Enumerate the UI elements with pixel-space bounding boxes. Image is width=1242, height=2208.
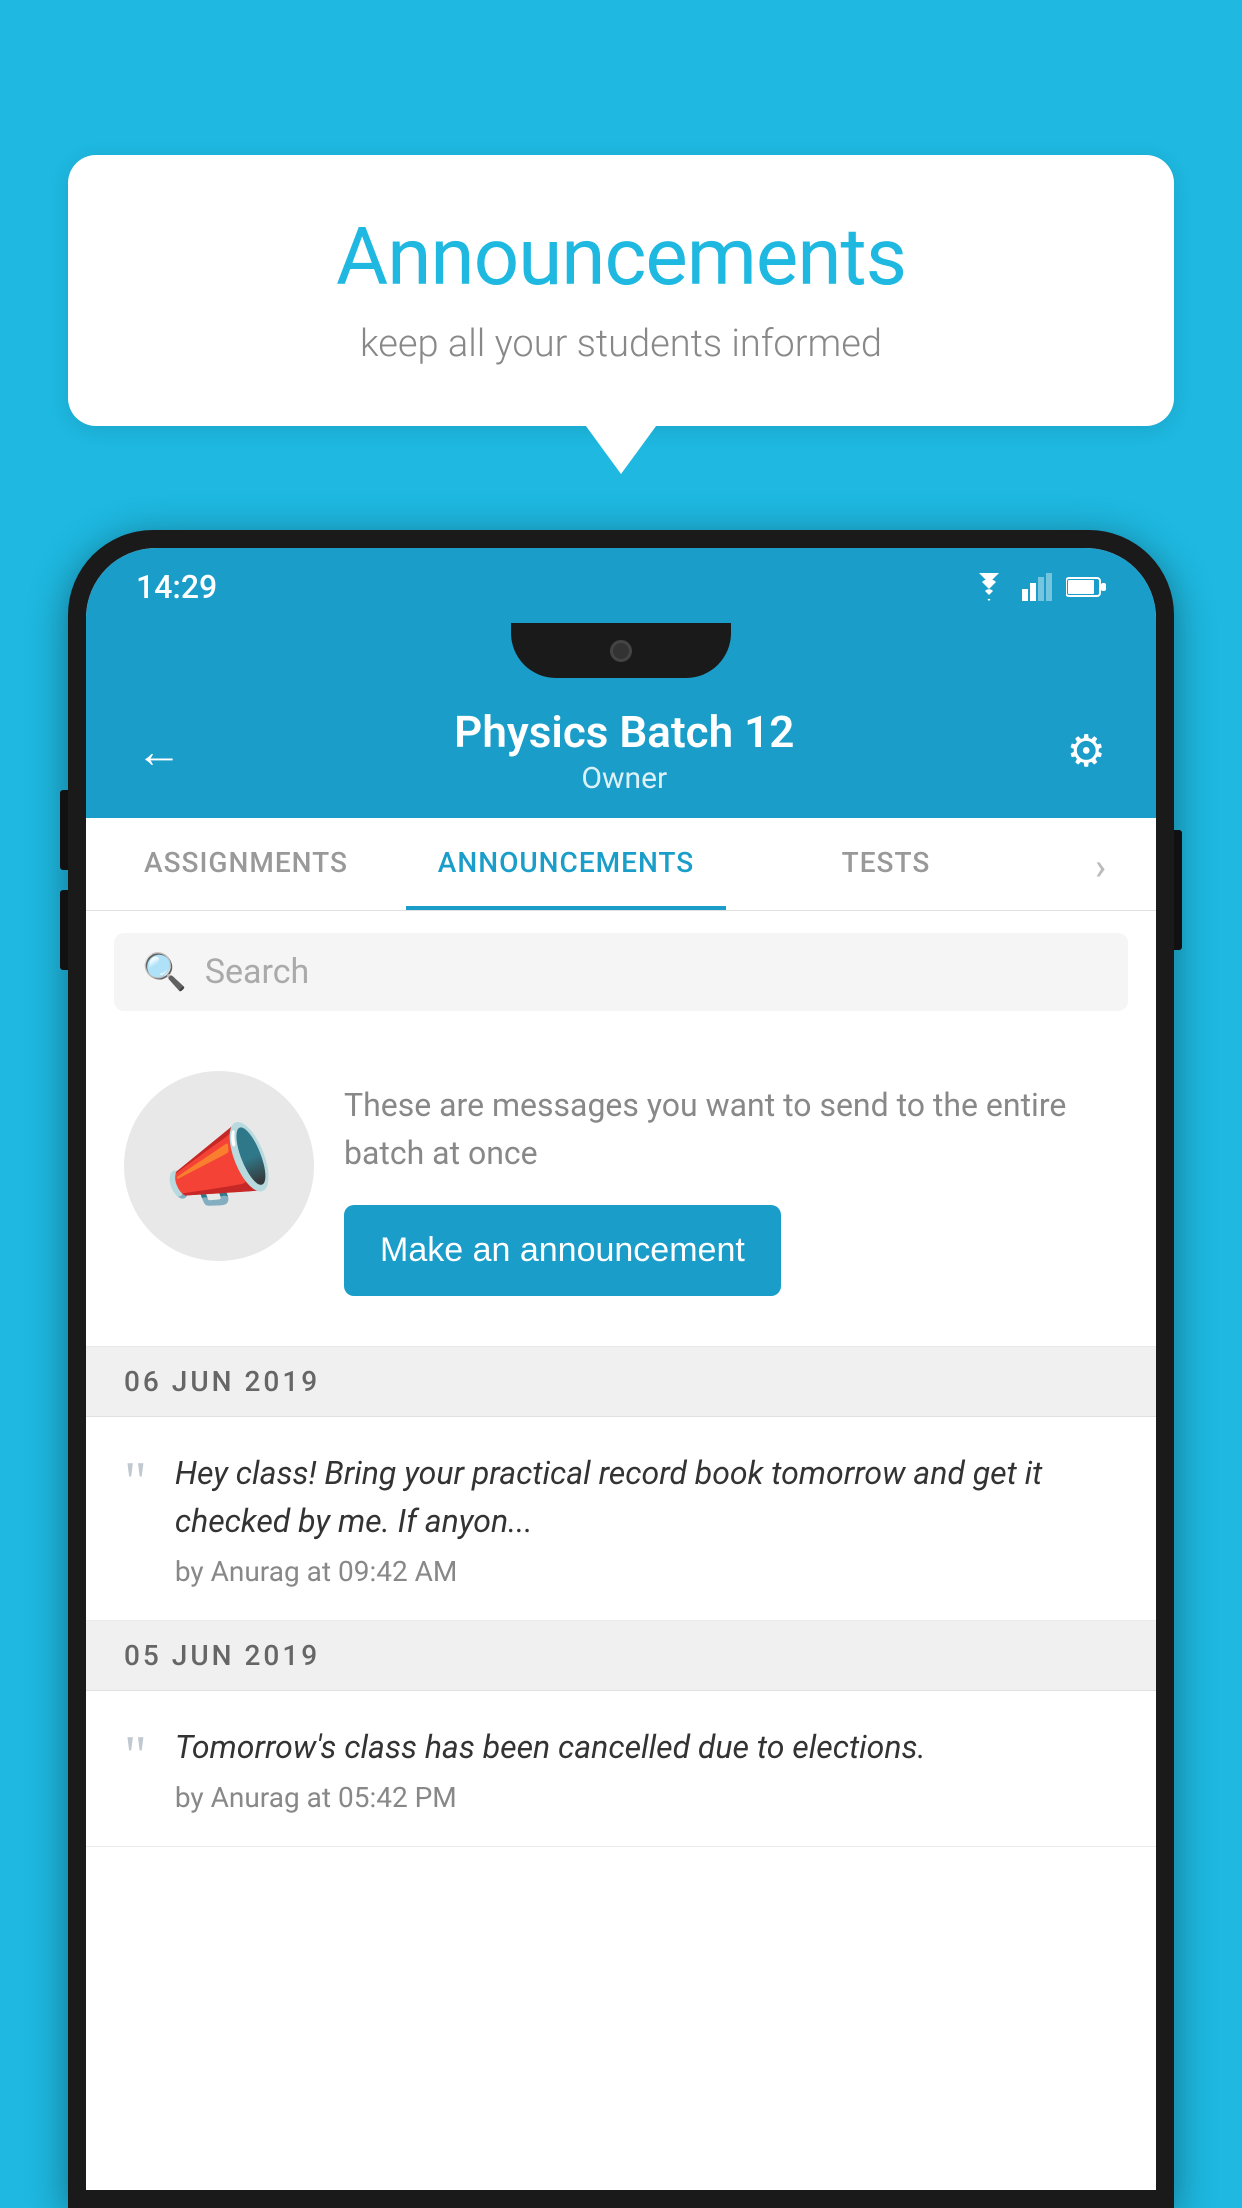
speech-bubble-subtitle: keep all your students informed bbox=[128, 322, 1114, 366]
volume-up-button[interactable] bbox=[60, 790, 68, 870]
search-icon: 🔍 bbox=[142, 951, 187, 993]
header-title: Physics Batch 12 bbox=[454, 706, 794, 758]
date-separator-1: 05 JUN 2019 bbox=[86, 1621, 1156, 1691]
announcement-content-1: Tomorrow's class has been cancelled due … bbox=[175, 1723, 1118, 1814]
search-bar: 🔍 Search bbox=[86, 911, 1156, 1033]
tab-assignments[interactable]: ASSIGNMENTS bbox=[86, 818, 406, 910]
make-announcement-button[interactable]: Make an announcement bbox=[344, 1205, 781, 1296]
megaphone-icon: 📣 bbox=[163, 1114, 275, 1219]
notch-area bbox=[86, 618, 1156, 678]
announcement-meta-0: by Anurag at 09:42 AM bbox=[175, 1555, 1118, 1588]
wifi-icon bbox=[970, 573, 1008, 601]
speech-bubble-container: Announcements keep all your students inf… bbox=[68, 155, 1174, 426]
announcement-item-1[interactable]: " Tomorrow's class has been cancelled du… bbox=[86, 1691, 1156, 1847]
settings-icon[interactable]: ⚙ bbox=[1067, 725, 1106, 777]
header-title-block: Physics Batch 12 Owner bbox=[454, 706, 794, 796]
front-camera bbox=[610, 640, 632, 662]
tabs-bar: ASSIGNMENTS ANNOUNCEMENTS TESTS › bbox=[86, 818, 1156, 911]
announcement-item-0[interactable]: " Hey class! Bring your practical record… bbox=[86, 1417, 1156, 1621]
search-placeholder: Search bbox=[205, 952, 309, 992]
volume-down-button[interactable] bbox=[60, 890, 68, 970]
status-icons bbox=[970, 573, 1106, 601]
status-time: 14:29 bbox=[136, 568, 217, 606]
announcement-text-0: Hey class! Bring your practical record b… bbox=[175, 1449, 1118, 1545]
promo-block: 📣 These are messages you want to send to… bbox=[86, 1033, 1156, 1347]
app-header: ← Physics Batch 12 Owner ⚙ bbox=[86, 678, 1156, 818]
promo-content: These are messages you want to send to t… bbox=[344, 1071, 1118, 1296]
quote-icon-1: " bbox=[124, 1728, 147, 1784]
power-button[interactable] bbox=[1174, 830, 1182, 950]
header-subtitle: Owner bbox=[454, 761, 794, 796]
phone-screen: 14:29 bbox=[86, 548, 1156, 2190]
announcement-meta-1: by Anurag at 05:42 PM bbox=[175, 1781, 1118, 1814]
battery-icon bbox=[1066, 576, 1106, 598]
notch bbox=[511, 623, 731, 678]
content-area: 🔍 Search 📣 These are messages you want t… bbox=[86, 911, 1156, 2190]
phone-frame: 14:29 bbox=[68, 530, 1174, 2208]
tab-more[interactable]: › bbox=[1046, 818, 1156, 910]
promo-description: These are messages you want to send to t… bbox=[344, 1081, 1118, 1177]
status-bar: 14:29 bbox=[86, 548, 1156, 618]
date-separator-0: 06 JUN 2019 bbox=[86, 1347, 1156, 1417]
quote-icon-0: " bbox=[124, 1454, 147, 1510]
announcement-text-1: Tomorrow's class has been cancelled due … bbox=[175, 1723, 1118, 1771]
tab-announcements[interactable]: ANNOUNCEMENTS bbox=[406, 818, 726, 910]
tab-tests[interactable]: TESTS bbox=[726, 818, 1046, 910]
announcement-content-0: Hey class! Bring your practical record b… bbox=[175, 1449, 1118, 1588]
speech-bubble: Announcements keep all your students inf… bbox=[68, 155, 1174, 426]
speech-bubble-title: Announcements bbox=[128, 210, 1114, 304]
back-button[interactable]: ← bbox=[136, 724, 182, 779]
signal-icon bbox=[1022, 573, 1052, 601]
search-input-wrapper[interactable]: 🔍 Search bbox=[114, 933, 1128, 1011]
promo-icon-circle: 📣 bbox=[124, 1071, 314, 1261]
